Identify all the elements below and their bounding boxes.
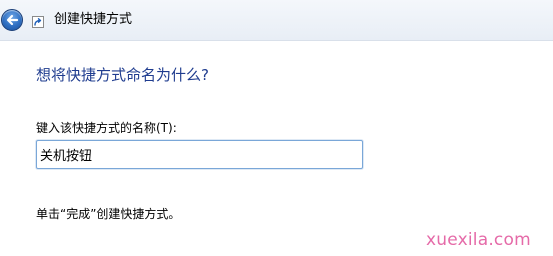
- shortcut-icon: [32, 16, 44, 28]
- back-button[interactable]: [1, 9, 23, 31]
- shortcut-name-input[interactable]: [36, 140, 363, 169]
- back-arrow-icon: [6, 14, 19, 26]
- page-heading: 想将快捷方式命名为什么?: [36, 66, 209, 84]
- finish-hint: 单击“完成”创建快捷方式。: [36, 207, 181, 221]
- shortcut-name-label: 键入该快捷方式的名称(T):: [36, 121, 177, 135]
- title-bar: 创建快捷方式: [0, 0, 553, 41]
- window-title: 创建快捷方式: [54, 12, 133, 27]
- watermark: xuexila.com: [426, 230, 531, 250]
